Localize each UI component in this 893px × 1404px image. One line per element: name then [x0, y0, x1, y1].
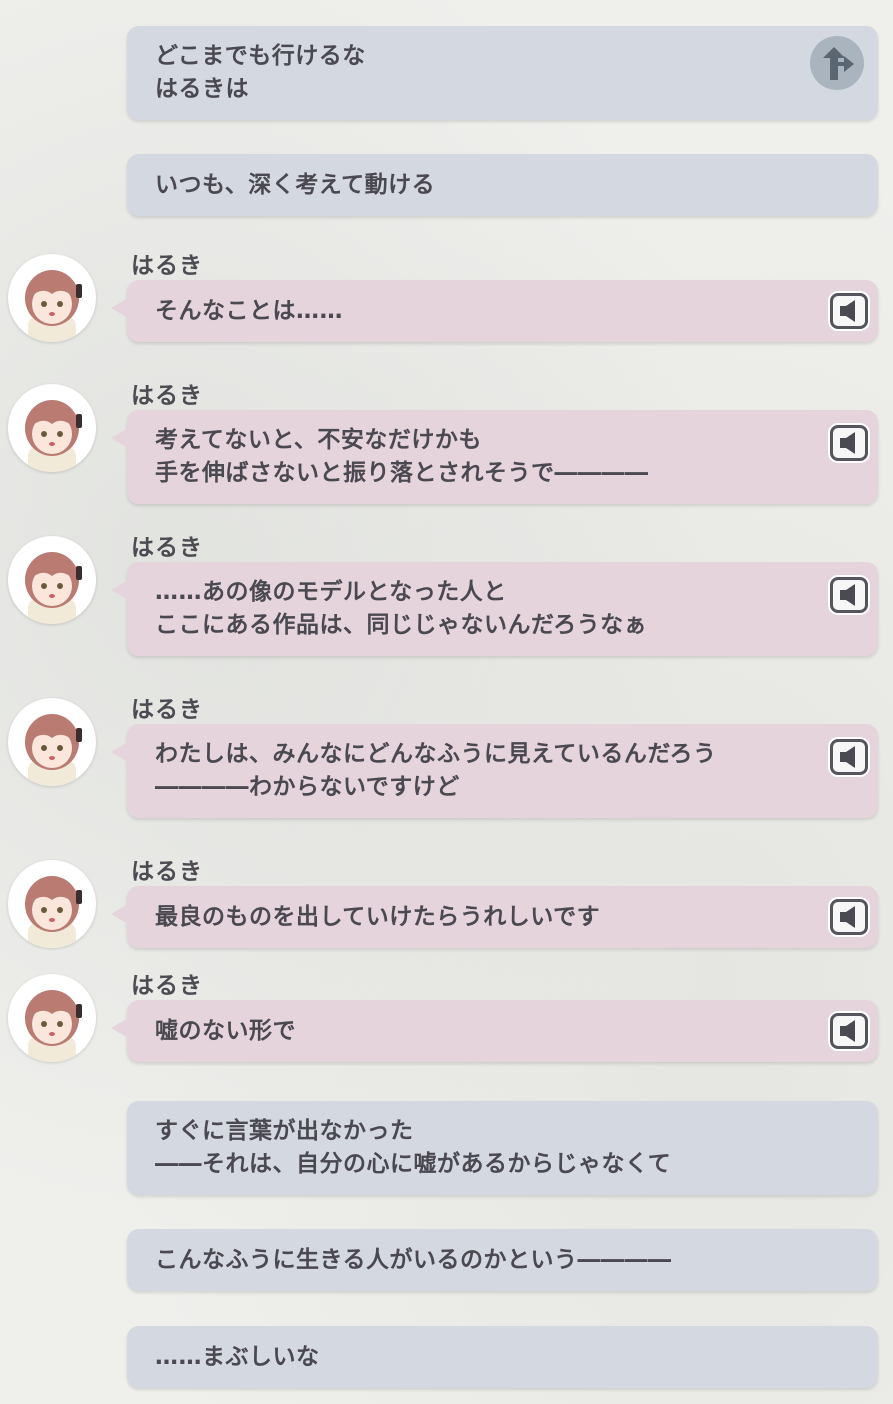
- message-line: 最良のものを出していけたらうれしいです: [155, 903, 601, 930]
- message-line: すぐに言葉が出なかった: [155, 1118, 414, 1144]
- haruki-avatar: [8, 384, 96, 472]
- speaker-icon[interactable]: [830, 899, 868, 935]
- player-message[interactable]: こんなふうに生きる人がいるのかという――――: [127, 1229, 878, 1291]
- message-line: ――――わからないですけど: [155, 774, 460, 800]
- player-message[interactable]: いつも、深く考えて動ける: [127, 154, 878, 216]
- message-line: わたしは、みんなにどんなふうに見えているんだろう: [155, 741, 717, 767]
- speaker-name: はるき: [131, 697, 203, 723]
- player-message[interactable]: どこまでも行けるな はるきは: [127, 26, 878, 120]
- character-message[interactable]: 最良のものを出していけたらうれしいです: [111, 886, 878, 948]
- speaker-name: はるき: [131, 859, 203, 885]
- character-message[interactable]: わたしは、みんなにどんなふうに見えているんだろう ――――わからないですけど: [111, 724, 878, 818]
- message-line: はるきは: [155, 76, 249, 102]
- haruki-avatar: [8, 698, 96, 786]
- character-message[interactable]: 嘘のない形で: [111, 1000, 878, 1062]
- message-line: 手を伸ばさないと振り落とされそうで――――: [155, 460, 649, 486]
- haruki-avatar: [8, 860, 96, 948]
- speaker-icon[interactable]: [830, 1013, 868, 1049]
- branch-arrow-icon[interactable]: [810, 36, 864, 90]
- message-line: ここにある作品は、同じじゃないんだろうなぁ: [155, 612, 648, 638]
- message-line: ――それは、自分の心に嘘があるからじゃなくて: [155, 1151, 672, 1177]
- message-line: どこまでも行けるな: [155, 43, 366, 69]
- speaker-icon[interactable]: [830, 739, 868, 775]
- message-line: こんなふうに生きる人がいるのかという――――: [155, 1246, 672, 1273]
- haruki-avatar: [8, 974, 96, 1062]
- character-message[interactable]: そんなことは……: [111, 280, 878, 342]
- speaker-name: はるき: [131, 383, 203, 409]
- speaker-icon[interactable]: [830, 577, 868, 613]
- speaker-name: はるき: [131, 535, 203, 561]
- player-message[interactable]: すぐに言葉が出なかった ――それは、自分の心に嘘があるからじゃなくて: [127, 1101, 878, 1195]
- speaker-name: はるき: [131, 253, 203, 279]
- speaker-icon[interactable]: [830, 425, 868, 461]
- message-line: いつも、深く考えて動ける: [155, 171, 436, 198]
- message-line: ……あの像のモデルとなった人と: [155, 579, 507, 605]
- player-message[interactable]: ……まぶしいな: [127, 1326, 878, 1388]
- speaker-name: はるき: [131, 973, 203, 999]
- speaker-icon[interactable]: [830, 293, 868, 329]
- haruki-avatar: [8, 254, 96, 342]
- message-line: 考えてないと、不安なだけかも: [155, 427, 482, 453]
- character-message[interactable]: ……あの像のモデルとなった人と ここにある作品は、同じじゃないんだろうなぁ: [111, 562, 878, 656]
- message-line: そんなことは……: [155, 297, 343, 324]
- character-message[interactable]: 考えてないと、不安なだけかも 手を伸ばさないと振り落とされそうで――――: [111, 410, 878, 504]
- haruki-avatar: [8, 536, 96, 624]
- message-line: 嘘のない形で: [155, 1017, 296, 1044]
- message-line: ……まぶしいな: [155, 1343, 320, 1370]
